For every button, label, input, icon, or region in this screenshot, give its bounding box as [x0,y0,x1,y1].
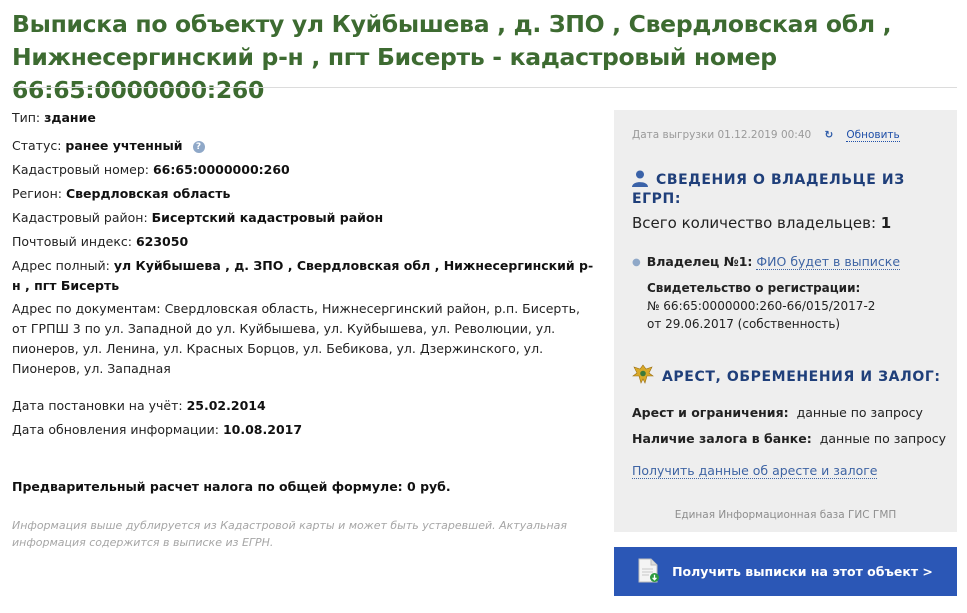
detail-label: Почтовый индекс: [12,234,132,249]
tax-text: Предварительный расчет налога по общей ф… [12,479,451,494]
bullet-icon: ● [632,257,641,268]
divider [12,87,957,88]
owners-total-label: Всего количество владельцев: [632,214,877,232]
export-meta: Дата выгрузки 01.12.2019 00:40 ↻ Обновить [632,129,900,142]
detail-address-full: Адрес полный: ул Куйбышева , д. ЗПО , Св… [12,256,597,296]
detail-value: 66:65:0000000:260 [152,162,290,177]
owners-total-value: 1 [880,214,892,232]
detail-value: 10.08.2017 [222,422,303,437]
export-date: Дата выгрузки 01.12.2019 00:40 [632,129,812,141]
owner-name-link[interactable]: ФИО будет в выписке [756,254,901,270]
detail-status: Статус: ранее учтенный ? [12,136,597,156]
arrest-heading-text: АРЕСТ, ОБРЕМЕНЕНИЯ И ЗАЛОГ: [662,369,941,385]
detail-label: Кадастровый район: [12,210,148,225]
owner-info-panel: Дата выгрузки 01.12.2019 00:40 ↻ Обновить… [614,110,957,532]
detail-district: Кадастровый район: Бисертский кадастровы… [12,208,597,228]
page-title: Выписка по объекту ул Куйбышева , д. ЗПО… [12,10,892,104]
detail-label: Адрес по документам: [12,301,161,316]
data-source: Единая Информационная база ГИС ГМП [674,509,897,521]
owner-label: Владелец №1: [646,254,753,269]
detail-value: 25.02.2014 [186,398,266,413]
detail-cadastral-number: Кадастровый номер: 66:65:0000000:260 [12,160,597,180]
refresh-icon[interactable]: ↻ [825,129,834,141]
detail-label: Кадастровый номер: [12,162,149,177]
detail-postcode: Почтовый индекс: 623050 [12,232,597,252]
owners-heading-text: СВЕДЕНИЯ О ВЛАДЕЛЬЦЕ ИЗ ЕГРП: [632,172,905,207]
document-icon [638,558,660,586]
arrest-data-link-row: Получить данные об аресте и залоге [632,463,878,479]
get-extract-button[interactable]: Получить выписки на этот объект > [614,547,957,596]
cert-number: № 66:65:0000000:260-66/015/2017-2 [647,299,876,313]
detail-registered-date: Дата постановки на учёт: 25.02.2014 [12,396,597,416]
detail-label: Регион: [12,186,62,201]
pledge-value: данные по запросу [819,431,947,446]
detail-value: ранее учтенный [65,138,183,153]
detail-updated-date: Дата обновления информации: 10.08.2017 [12,420,597,440]
owners-heading: СВЕДЕНИЯ О ВЛАДЕЛЬЦЕ ИЗ ЕГРП: [632,170,957,207]
detail-value: 623050 [135,234,189,249]
user-icon [632,170,648,191]
cert-label: Свидетельство о регистрации: [647,281,861,295]
tax-estimate: Предварительный расчет налога по общей ф… [12,477,597,497]
detail-region: Регион: Свердловская область [12,184,597,204]
detail-label: Статус: [12,138,62,153]
disclaimer-note: Информация выше дублируется из Кадастров… [12,519,568,549]
detail-label: Дата постановки на учёт: [12,398,183,413]
refresh-link[interactable]: Обновить [846,129,900,142]
detail-label: Тип: [12,110,41,125]
get-extract-label: Получить выписки на этот объект > [672,564,933,579]
emblem-icon [632,364,654,388]
arrest-data-link[interactable]: Получить данные об аресте и залоге [632,463,878,479]
pledge-row: Наличие залога в банке: данные по запрос… [632,431,946,446]
owners-total: Всего количество владельцев: 1 [632,214,891,232]
cert-date: от 29.06.2017 (собственность) [647,317,841,331]
arrest-value: данные по запросу [796,405,923,420]
detail-value: здание [44,110,96,125]
detail-label: Адрес полный: [12,258,110,273]
owner-item: ● Владелец №1: ФИО будет в выписке [632,254,901,270]
arrest-label: Арест и ограничения: [632,405,789,420]
detail-type: Тип: здание [12,108,597,128]
arrest-row: Арест и ограничения: данные по запросу [632,405,923,420]
pledge-label: Наличие залога в банке: [632,431,812,446]
detail-label: Дата обновления информации: [12,422,219,437]
detail-value: Свердловская область [65,186,231,201]
help-icon[interactable]: ? [192,141,205,153]
detail-value: Бисертский кадастровый район [151,210,384,225]
detail-address-docs: Адрес по документам: Свердловская област… [12,299,597,379]
arrest-heading: АРЕСТ, ОБРЕМЕНЕНИЯ И ЗАЛОГ: [632,364,941,388]
